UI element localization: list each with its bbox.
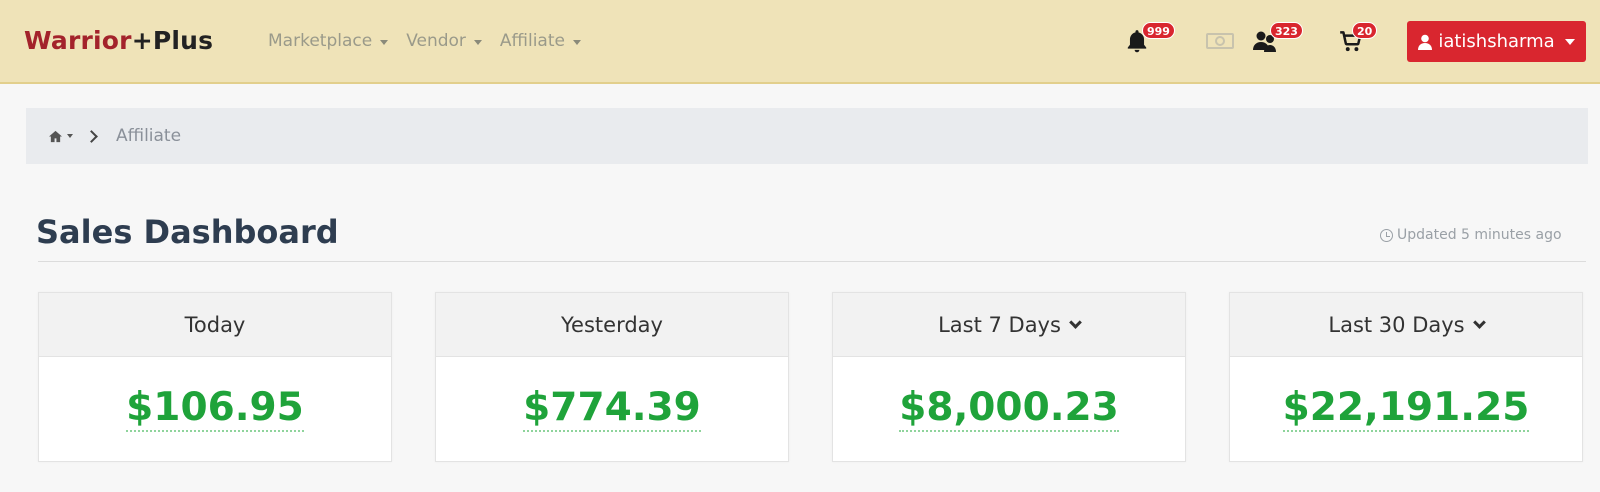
sales-card-last-30-days: Last 30 Days $22,191.25 bbox=[1229, 292, 1583, 462]
sales-amount[interactable]: $8,000.23 bbox=[899, 386, 1119, 432]
card-label: Last 30 Days bbox=[1328, 312, 1465, 337]
cart-button[interactable]: 20 bbox=[1338, 22, 1378, 54]
nav-marketplace[interactable]: Marketplace bbox=[268, 31, 389, 51]
caret-down-icon bbox=[473, 39, 482, 45]
sales-amount[interactable]: $22,191.25 bbox=[1282, 386, 1530, 432]
home-icon bbox=[49, 130, 62, 142]
main-nav: Marketplace Vendor Affiliate bbox=[268, 31, 581, 51]
sales-amount[interactable]: $106.95 bbox=[126, 386, 304, 432]
sales-amount[interactable]: $774.39 bbox=[523, 386, 701, 432]
breadcrumb: Affiliate bbox=[26, 108, 1588, 164]
page-title: Sales Dashboard bbox=[36, 213, 339, 251]
notifications-button[interactable]: 999 bbox=[1124, 22, 1175, 54]
card-body: $774.39 bbox=[436, 357, 788, 462]
user-menu-button[interactable]: iatishsharma bbox=[1407, 21, 1586, 62]
notifications-badge: 999 bbox=[1142, 22, 1175, 39]
breadcrumb-home[interactable] bbox=[48, 130, 73, 143]
caret-down-icon bbox=[67, 134, 73, 138]
header-divider bbox=[38, 261, 1586, 262]
card-label: Today bbox=[184, 312, 246, 337]
nav-marketplace-label: Marketplace bbox=[268, 31, 373, 51]
brand-part2: +Plus bbox=[131, 26, 214, 55]
card-body: $22,191.25 bbox=[1230, 357, 1582, 462]
card-label: Last 7 Days bbox=[938, 312, 1061, 337]
nav-affiliate[interactable]: Affiliate bbox=[500, 31, 581, 51]
updated-status: Updated 5 minutes ago bbox=[1380, 227, 1562, 243]
card-body: $106.95 bbox=[39, 357, 391, 462]
cart-badge: 20 bbox=[1352, 22, 1378, 39]
chevron-right-icon bbox=[85, 129, 98, 143]
user-icon bbox=[1418, 34, 1433, 50]
card-period-dropdown[interactable]: Last 30 Days bbox=[1230, 293, 1582, 357]
sales-card-today: Today $106.95 bbox=[38, 292, 392, 462]
users-badge: 323 bbox=[1270, 22, 1303, 39]
nav-vendor[interactable]: Vendor bbox=[406, 31, 482, 51]
card-label: Yesterday bbox=[561, 312, 663, 337]
sales-card-last-7-days: Last 7 Days $8,000.23 bbox=[832, 292, 1186, 462]
top-navbar: Warrior+Plus Marketplace Vendor Affiliat… bbox=[0, 0, 1600, 84]
caret-down-icon bbox=[380, 39, 389, 45]
clock-icon bbox=[1380, 228, 1393, 242]
card-period-dropdown[interactable]: Last 7 Days bbox=[833, 293, 1185, 357]
brand-logo[interactable]: Warrior+Plus bbox=[24, 26, 213, 55]
updated-text: Updated 5 minutes ago bbox=[1397, 227, 1562, 243]
caret-down-icon bbox=[572, 39, 581, 45]
breadcrumb-current: Affiliate bbox=[116, 126, 182, 146]
card-header: Today bbox=[39, 293, 391, 357]
money-icon bbox=[1206, 33, 1234, 49]
users-button[interactable]: 323 bbox=[1252, 22, 1303, 54]
earnings-button[interactable] bbox=[1206, 31, 1234, 57]
card-header: Yesterday bbox=[436, 293, 788, 357]
user-menu-label: iatishsharma bbox=[1438, 31, 1555, 52]
caret-down-icon bbox=[1564, 38, 1575, 45]
chevron-down-icon bbox=[1069, 315, 1082, 329]
nav-vendor-label: Vendor bbox=[406, 31, 466, 51]
chevron-down-icon bbox=[1472, 315, 1486, 329]
card-body: $8,000.23 bbox=[833, 357, 1185, 462]
sales-card-yesterday: Yesterday $774.39 bbox=[435, 292, 789, 462]
brand-part1: Warrior bbox=[24, 26, 132, 55]
nav-affiliate-label: Affiliate bbox=[499, 31, 565, 51]
